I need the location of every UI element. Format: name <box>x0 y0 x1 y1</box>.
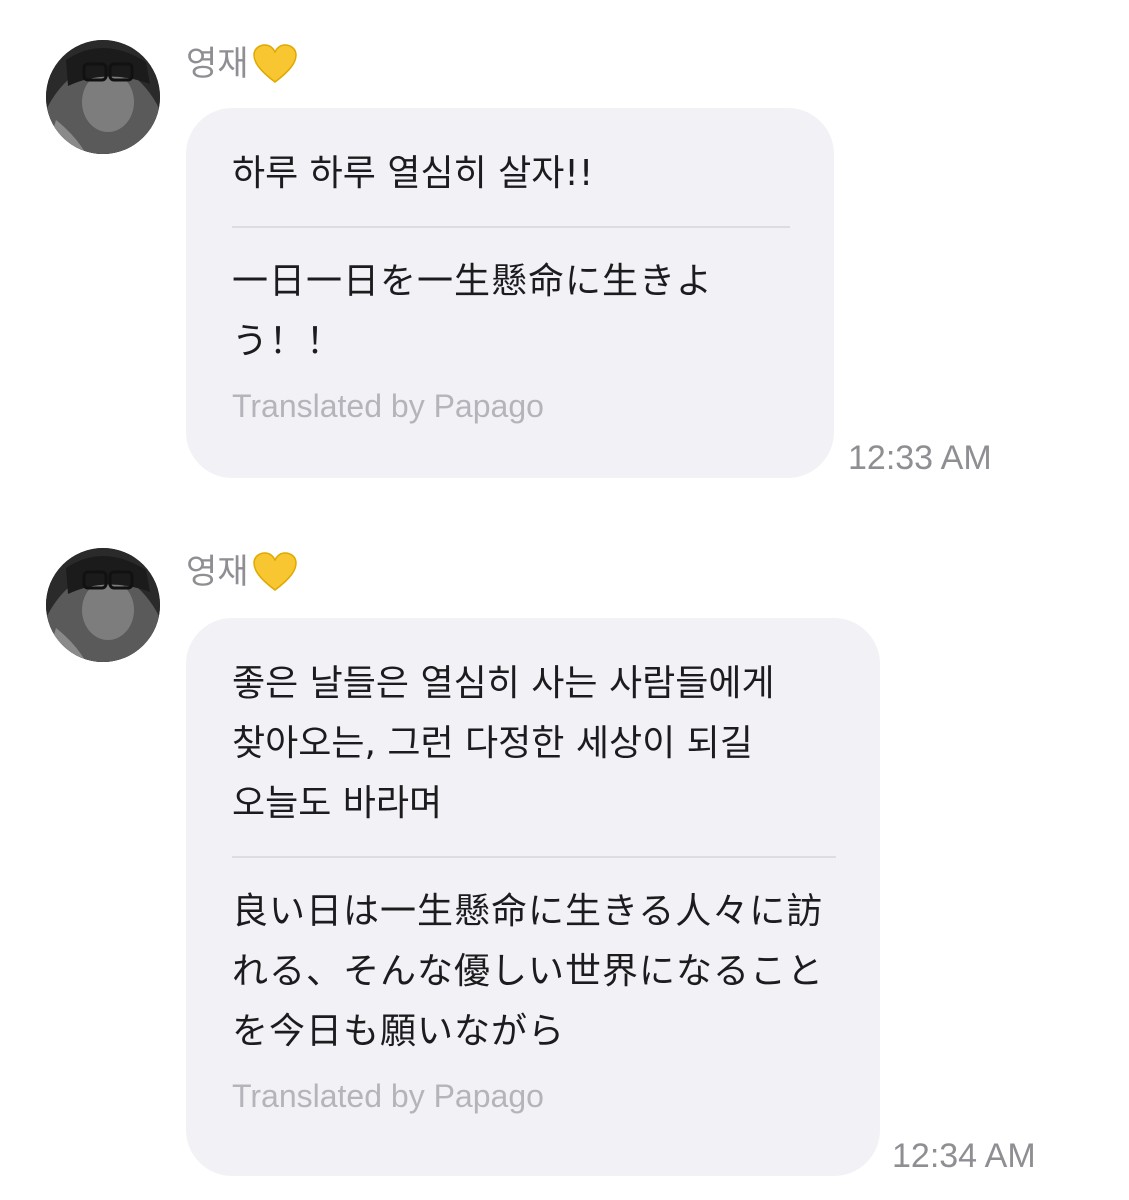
translation-credit: Translated by Papago <box>232 1078 544 1114</box>
translation-credit: Translated by Papago <box>232 388 544 424</box>
translation-divider <box>232 856 836 858</box>
yellow-heart-icon <box>252 552 297 592</box>
avatar[interactable] <box>46 548 160 662</box>
avatar-image <box>46 40 160 154</box>
translated-text: 一日一日を一生懸命に生きよう！！ <box>232 261 714 362</box>
message-timestamp: 12:34 AM <box>892 1137 1036 1175</box>
original-text: 좋은 날들은 열심히 사는 사람들에게 찾아오는, 그런 다정한 세상이 되길 … <box>232 663 775 824</box>
avatar[interactable] <box>46 40 160 154</box>
translation-divider <box>232 226 790 228</box>
sender-label: 영재 <box>186 44 249 84</box>
message-timestamp: 12:33 AM <box>848 439 992 477</box>
translated-text: 良い日は一生懸命に生きる人々に訪れる、そんな優しい世界になることを今日も願いなが… <box>232 891 825 1052</box>
sender-name: 영재 <box>186 44 297 84</box>
sender-label: 영재 <box>186 552 249 592</box>
message-bubble[interactable]: 좋은 날들은 열심히 사는 사람들에게 찾아오는, 그런 다정한 세상이 되길 … <box>186 618 880 1176</box>
yellow-heart-icon <box>252 44 297 84</box>
sender-name: 영재 <box>186 552 297 592</box>
message-bubble[interactable]: 하루 하루 열심히 살자!! 一日一日を一生懸命に生きよう！！ Translat… <box>186 108 834 478</box>
avatar-image <box>46 548 160 662</box>
original-text: 하루 하루 열심히 살자!! <box>232 153 594 194</box>
